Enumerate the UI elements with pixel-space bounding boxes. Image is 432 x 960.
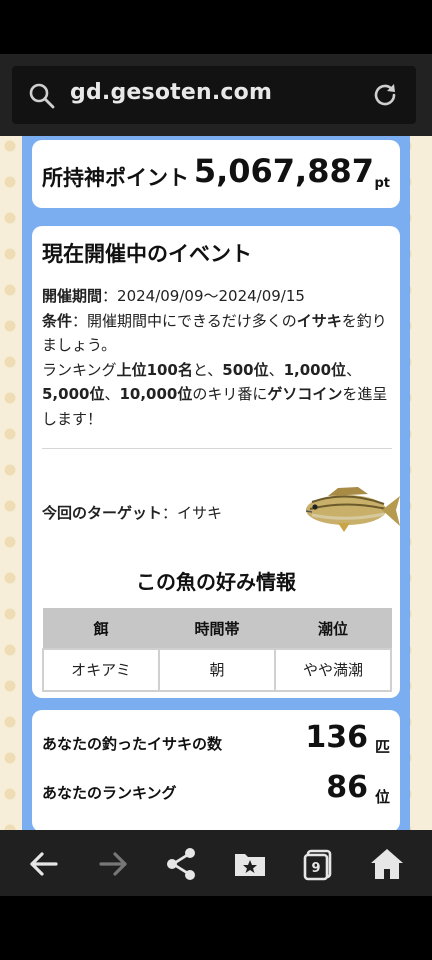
status-bar [0,0,432,54]
event-card: 現在開催中のイベント 開催期間：2024/09/09〜2024/09/15 条件… [32,226,400,698]
event-condition: 条件：開催期間中にできるだけ多くのイサキを釣りましょう。 [42,311,387,355]
reload-icon[interactable] [370,80,400,110]
event-heading: 現在開催中のイベント [42,242,252,266]
result-card: あなたの釣ったイサキの数 136 匹 あなたのランキング 86 位 [32,710,400,830]
points-unit: pt [374,176,390,191]
preferences-heading: この魚の好み情報 [136,570,296,594]
back-arrow-icon[interactable] [22,842,66,886]
divider [42,448,392,449]
event-description: 開催期間：2024/09/09〜2024/09/15 条件：開催期間中にできるだ… [42,284,392,431]
header-tide: 潮位 [274,608,392,649]
isaki-fish-image [305,487,400,532]
share-icon[interactable] [159,842,203,886]
home-icon[interactable] [365,842,409,886]
points-label: 所持神ポイント [42,166,189,190]
target-value: イサキ [177,504,223,522]
url-text[interactable]: gd.gesoten.com [70,80,272,105]
page-content: 所持神ポイント 5,067,887 pt 現在開催中のイベント 開催期間：202… [0,136,432,830]
browser-toolbar: gd.gesoten.com [0,54,432,136]
points-card: 所持神ポイント 5,067,887 pt [32,140,400,208]
cell-time: 朝 [158,647,276,692]
caught-count-unit: 匹 [374,738,390,756]
system-nav-area [0,896,432,960]
caught-count-label: あなたの釣ったイサキの数 [42,735,223,753]
cell-bait: オキアミ [42,647,160,692]
condition-label: 条件 [42,311,73,330]
ranking-label: あなたのランキング [42,784,177,802]
content-column: 所持神ポイント 5,067,887 pt 現在開催中のイベント 開催期間：202… [22,136,410,830]
forward-arrow-icon[interactable] [91,842,135,886]
caught-count-value: 136 [305,720,368,755]
table-header-row: 餌 時間帯 潮位 [42,608,392,649]
period-label: 開催期間 [42,287,103,305]
preferences-table: 餌 時間帯 潮位 オキアミ 朝 やや満潮 [42,608,392,692]
condition-fish: イサキ [296,311,342,330]
points-value: 5,067,887 [193,152,374,190]
search-icon [29,83,55,109]
event-ranking-rewards: ランキング上位100名と、500位、1,000位、5,000位、10,000位の… [42,360,388,428]
browser-bottom-nav: 9 [0,830,432,896]
table-row: オキアミ 朝 やや満潮 [42,647,392,692]
header-time: 時間帯 [158,608,276,649]
ranking-value: 86 [326,770,368,805]
cell-tide: やや満潮 [274,647,392,692]
period-value: 2024/09/09〜2024/09/15 [117,287,305,305]
event-period: 開催期間：2024/09/09〜2024/09/15 [42,287,305,305]
bookmarks-icon[interactable] [228,842,272,886]
tabs-icon[interactable]: 9 [296,842,340,886]
target-label: 今回のターゲット [42,504,163,522]
address-bar[interactable]: gd.gesoten.com [12,66,416,124]
tab-count: 9 [311,861,320,876]
header-bait: 餌 [42,608,160,649]
ranking-unit: 位 [374,788,390,806]
target-fish: 今回のターゲット：イサキ [42,504,223,522]
